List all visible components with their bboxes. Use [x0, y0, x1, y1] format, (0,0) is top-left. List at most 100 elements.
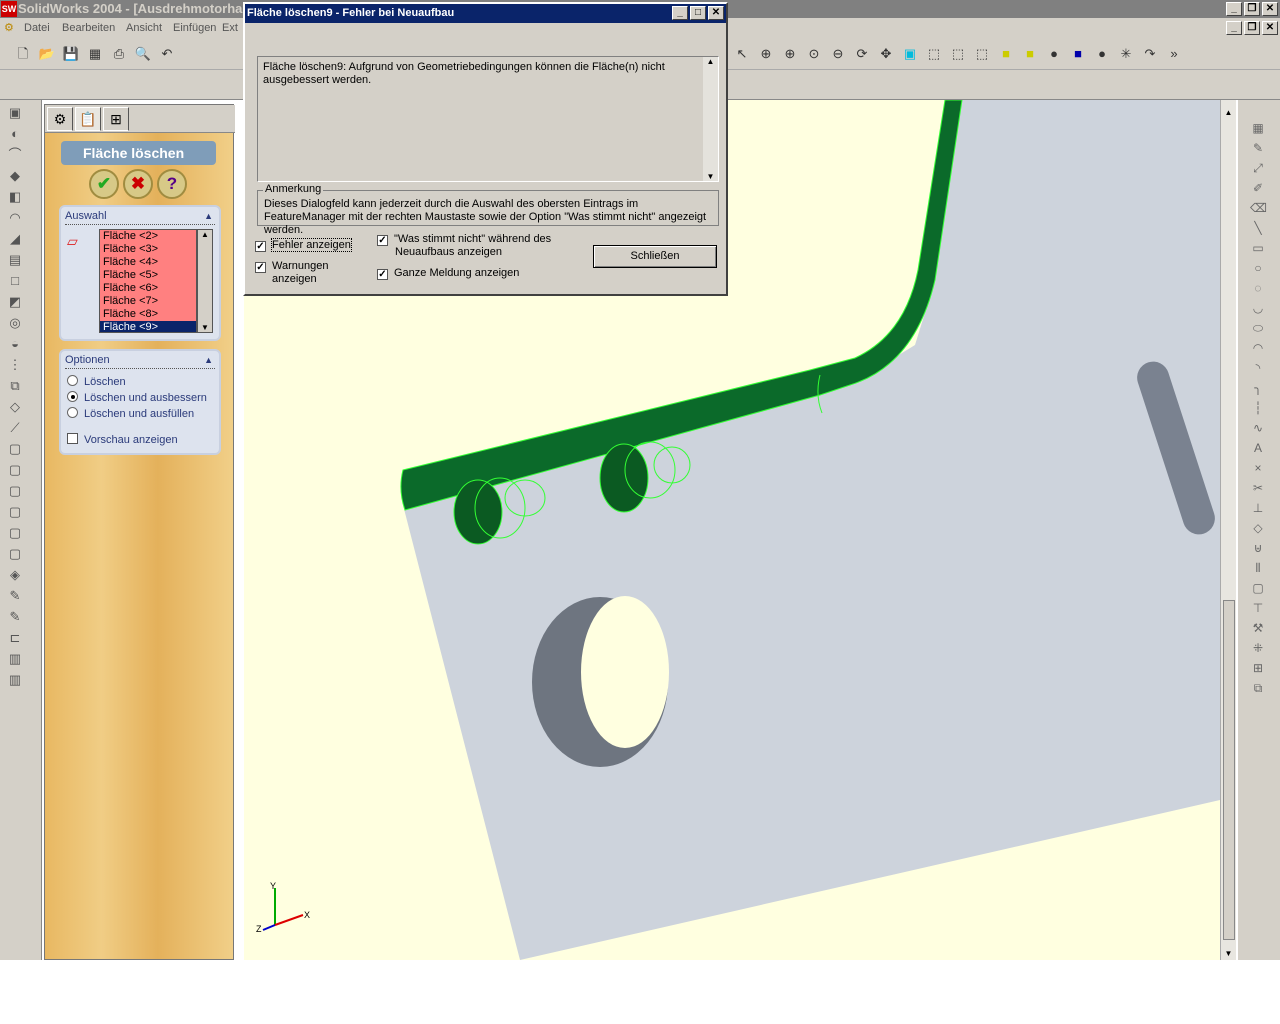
shaded-icon[interactable]: ■: [1021, 45, 1039, 63]
hole-icon[interactable]: ◎: [7, 315, 23, 331]
zoom-in-out-icon[interactable]: ⊙: [805, 45, 823, 63]
mirror-icon[interactable]: ⫴: [1250, 560, 1266, 576]
point-icon[interactable]: ×: [1250, 460, 1266, 476]
options-header[interactable]: Optionen ▲: [65, 351, 215, 369]
box-icon[interactable]: ▢: [1250, 580, 1266, 596]
options-icon[interactable]: ▦: [86, 45, 104, 63]
list-item[interactable]: Fläche <3>: [100, 243, 196, 256]
save-icon[interactable]: 💾: [62, 45, 80, 63]
shaded-edges-icon[interactable]: ■: [997, 45, 1015, 63]
shadow-icon[interactable]: ●: [1045, 45, 1063, 63]
perspective-icon[interactable]: ■: [1069, 45, 1087, 63]
list-item[interactable]: Fläche <5>: [100, 269, 196, 282]
menu-extras[interactable]: Ext: [222, 18, 238, 38]
hidden-removed-icon[interactable]: ⬚: [973, 45, 991, 63]
eraser-icon[interactable]: ◈: [7, 567, 23, 583]
menu-ansicht[interactable]: Ansicht: [126, 18, 162, 38]
show-errors-checkbox[interactable]: ✓ Fehler anzeigen: [255, 238, 352, 252]
sketch3d-icon[interactable]: ✐: [1250, 180, 1266, 196]
select-icon[interactable]: ↖: [733, 45, 751, 63]
list-item[interactable]: Fläche <2>: [100, 230, 196, 243]
radio-loeschen[interactable]: Löschen: [67, 375, 126, 388]
rectangle-icon[interactable]: ▭: [1250, 240, 1266, 256]
what-wrong-checkbox[interactable]: ✓ "Was stimmt nicht" während des Neuaufba…: [377, 233, 557, 259]
viewport-scrollbar[interactable]: ▲ ▼: [1220, 100, 1236, 960]
menu-datei[interactable]: Datei: [24, 18, 50, 38]
fillet-icon[interactable]: ╮: [1250, 380, 1266, 396]
zoom-area-icon[interactable]: ⊕: [781, 45, 799, 63]
print-icon[interactable]: ⎙: [110, 45, 128, 63]
extend-icon[interactable]: ⊥: [1250, 500, 1266, 516]
menu-bearbeiten[interactable]: Bearbeiten: [62, 18, 115, 38]
arc2-icon[interactable]: ◠: [1250, 340, 1266, 356]
list-scrollbar[interactable]: ▲ ▼: [197, 229, 213, 333]
radio-loeschen-ausbessern[interactable]: Löschen und ausbessern: [67, 391, 207, 404]
smart-dim-icon[interactable]: ⤢: [1250, 160, 1266, 176]
doc-minimize-button[interactable]: _: [1226, 21, 1242, 35]
arc3-icon[interactable]: ◝: [1250, 360, 1266, 376]
arc-icon[interactable]: ◡: [1250, 300, 1266, 316]
repair-icon[interactable]: ⧉: [1250, 680, 1266, 696]
circle-icon[interactable]: ○: [1250, 260, 1266, 276]
rotate-icon[interactable]: ⟳: [853, 45, 871, 63]
sheet-icon[interactable]: ▥: [7, 651, 23, 667]
relation-icon[interactable]: ⊞: [1250, 660, 1266, 676]
eraser-icon[interactable]: ⌫: [1250, 200, 1267, 216]
property-manager-tab[interactable]: 📋: [75, 107, 101, 131]
zoom-selection-icon[interactable]: ⊖: [829, 45, 847, 63]
tool-icon[interactable]: ⚒: [1250, 620, 1266, 636]
dimension-icon[interactable]: ⊏: [7, 630, 23, 646]
plane-icon[interactable]: ◇: [7, 399, 23, 415]
cube4-icon[interactable]: ▢: [7, 504, 23, 520]
list-item-selected[interactable]: Fläche <9>: [100, 321, 196, 332]
help-button[interactable]: ?: [157, 169, 187, 199]
ellipse-icon[interactable]: ⬭: [1250, 320, 1266, 336]
feature-manager-tab[interactable]: ⚙: [47, 107, 73, 131]
redo-rotate-icon[interactable]: ↷: [1141, 45, 1159, 63]
configuration-manager-tab[interactable]: ⊞: [103, 107, 129, 131]
axis-icon[interactable]: ⟋: [7, 420, 23, 436]
menu-einfuegen[interactable]: Einfügen: [173, 18, 216, 38]
more-icon[interactable]: »: [1165, 45, 1183, 63]
draft-icon[interactable]: ◩: [7, 294, 23, 310]
open-icon[interactable]: 📂: [38, 45, 56, 63]
dialog-minimize-button[interactable]: _: [672, 6, 688, 20]
centerline-icon[interactable]: ┆: [1250, 400, 1266, 416]
ok-button[interactable]: ✔: [89, 169, 119, 199]
edit2-icon[interactable]: ✎: [7, 609, 23, 625]
sweep-icon[interactable]: ⌒: [7, 147, 23, 163]
spline-icon[interactable]: ∿: [1250, 420, 1266, 436]
pan-icon[interactable]: ✥: [877, 45, 895, 63]
dialog-maximize-button[interactable]: □: [690, 6, 706, 20]
rib-icon[interactable]: ▤: [7, 252, 23, 268]
hidden-lines-icon[interactable]: ⬚: [949, 45, 967, 63]
dialog-close-icon[interactable]: ✕: [708, 6, 724, 20]
loft-icon[interactable]: ◆: [7, 168, 23, 184]
document-icon[interactable]: ⚙: [4, 18, 14, 38]
close-button[interactable]: ✕: [1262, 2, 1278, 16]
restore-button[interactable]: ❐: [1244, 2, 1260, 16]
radio-loeschen-ausfuellen[interactable]: Löschen und ausfüllen: [67, 407, 194, 420]
doc-restore-button[interactable]: ❐: [1244, 21, 1260, 35]
dome-icon[interactable]: ◒: [7, 336, 23, 352]
preview-checkbox[interactable]: Vorschau anzeigen: [67, 433, 178, 446]
list-item[interactable]: Fläche <7>: [100, 295, 196, 308]
offset-icon[interactable]: ◇: [1250, 520, 1266, 536]
list-item[interactable]: Fläche <6>: [100, 282, 196, 295]
close-dialog-button[interactable]: Schließen: [593, 245, 717, 268]
selection-list[interactable]: Fläche <2> Fläche <3> Fläche <4> Fläche …: [99, 229, 197, 333]
cut-icon[interactable]: ◧: [7, 189, 23, 205]
sheet2-icon[interactable]: ▥: [7, 672, 23, 688]
minimize-button[interactable]: _: [1226, 2, 1242, 16]
cube6-icon[interactable]: ▢: [7, 546, 23, 562]
new-icon[interactable]: 🗋: [14, 45, 32, 63]
undo-icon[interactable]: ↶: [158, 45, 176, 63]
extrude-icon[interactable]: ▣: [7, 105, 23, 121]
list-item[interactable]: Fläche <4>: [100, 256, 196, 269]
message-scrollbar[interactable]: ▲ ▼: [703, 57, 718, 181]
print-preview-icon[interactable]: 🔍: [134, 45, 152, 63]
realview-icon[interactable]: ●: [1093, 45, 1111, 63]
cube2-icon[interactable]: ▢: [7, 462, 23, 478]
sketch-icon[interactable]: ✎: [1250, 140, 1266, 156]
cube5-icon[interactable]: ▢: [7, 525, 23, 541]
